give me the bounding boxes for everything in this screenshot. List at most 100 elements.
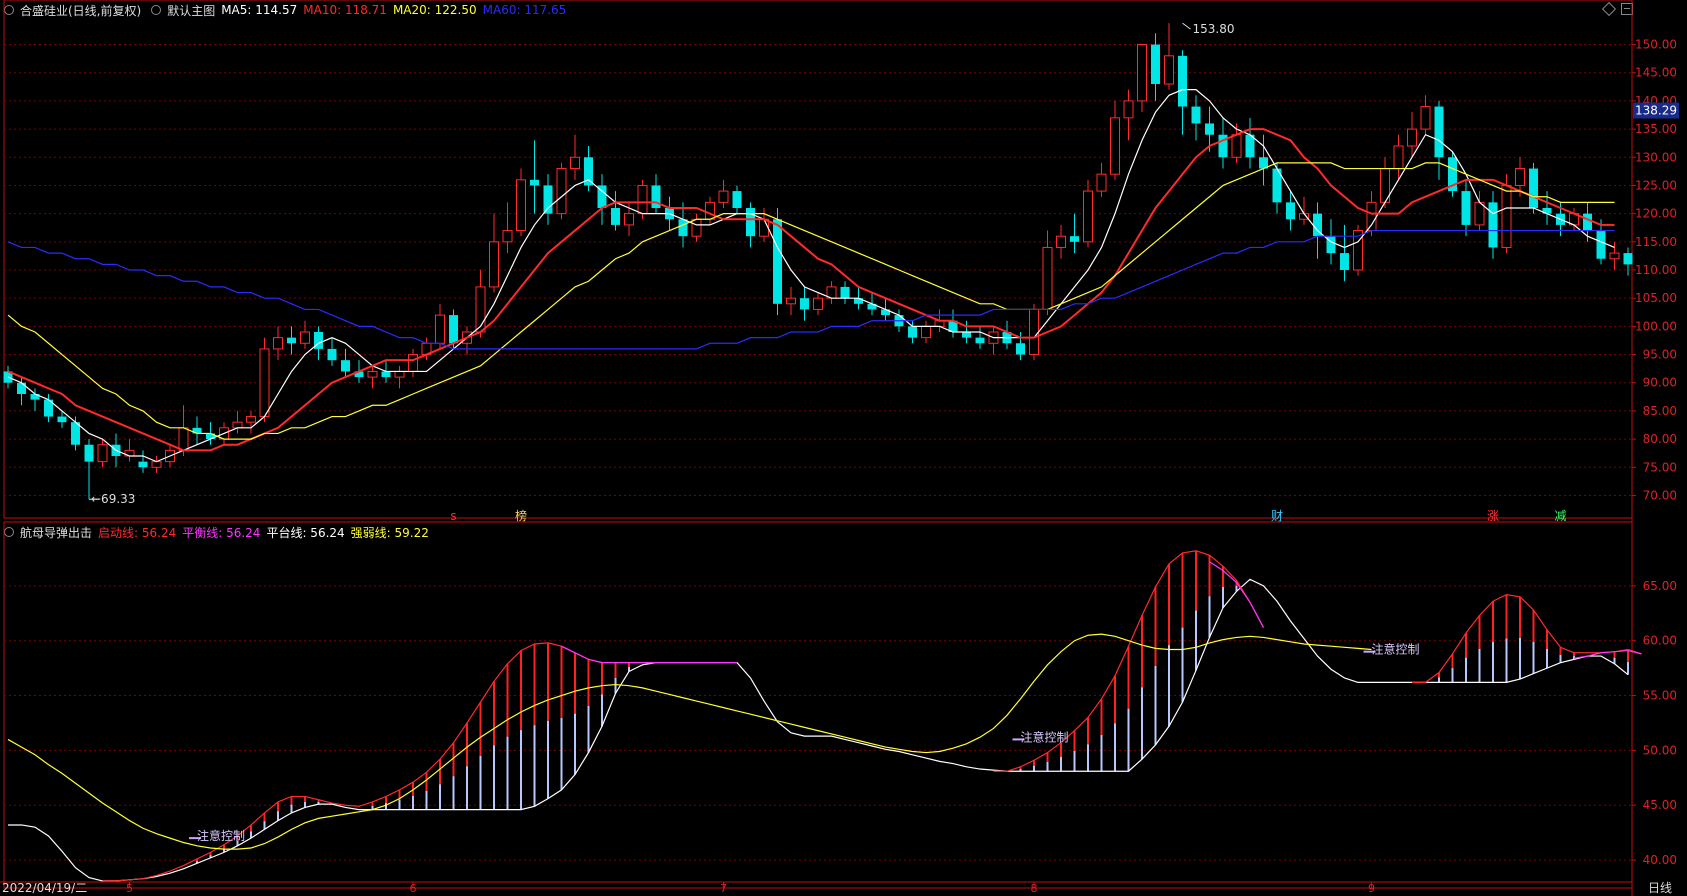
indicator-tick-label: 65.00 (1643, 579, 1677, 593)
candle-body (1016, 343, 1025, 355)
candle-body (1609, 252, 1620, 260)
ma-line-ma5 (7, 89, 1615, 463)
candle-body (543, 185, 553, 214)
candle-body (246, 416, 256, 423)
candle-body (530, 179, 539, 186)
indicator-tick-label: 60.00 (1643, 634, 1677, 648)
candle-body (786, 297, 796, 305)
candle-body (232, 421, 243, 429)
month-tick-label: 6 (410, 882, 417, 895)
candle-body (773, 219, 782, 304)
candle-body (1488, 202, 1498, 248)
candle-body (908, 326, 917, 338)
candle-body (1042, 246, 1053, 310)
candle-body (408, 354, 418, 372)
candle-body (341, 360, 350, 372)
candle-body (1434, 106, 1444, 158)
cursor-date: 2022/04/19/二 (2, 881, 88, 895)
month-tick-label: 8 (1031, 882, 1038, 895)
candle-body (381, 371, 391, 378)
price-tick-label: 105.00 (1635, 291, 1677, 305)
price-tick-label: 110.00 (1635, 263, 1677, 277)
candle-body (624, 213, 634, 226)
indicator-line (1412, 594, 1642, 683)
candle-body (1110, 117, 1120, 175)
candle-body (962, 332, 971, 338)
high-marker (1182, 22, 1191, 30)
candle-body (97, 444, 108, 463)
event-marker: 财 (1271, 509, 1283, 523)
candle-body (921, 325, 931, 339)
candle-body (84, 444, 94, 462)
candle-body (1515, 168, 1525, 186)
month-tick-label: 9 (1368, 882, 1375, 895)
event-marker: 涨 (1487, 508, 1499, 523)
indicator-line (1209, 561, 1265, 628)
candle-body (1205, 123, 1214, 135)
indicator-line (7, 633, 1372, 850)
indicator-tick-label: 40.00 (1643, 853, 1677, 867)
candle-body (1123, 100, 1134, 119)
candle-body (1286, 202, 1295, 220)
candle-body (57, 416, 67, 423)
candle-body (178, 427, 189, 451)
candle-body (732, 191, 742, 208)
candle-body (1096, 173, 1107, 192)
price-tick-label: 90.00 (1643, 376, 1677, 390)
candle-body (1340, 253, 1349, 270)
candle-body (300, 331, 310, 344)
candle-body (1393, 145, 1404, 170)
candle-body (394, 370, 405, 378)
candle-body (611, 208, 620, 225)
candle-body (327, 348, 337, 361)
candle-body (1191, 106, 1201, 124)
candle-body (489, 241, 499, 288)
candle-body (1529, 168, 1538, 208)
candle-body (1070, 236, 1079, 242)
event-marker: 榜 (515, 508, 527, 523)
period-label[interactable]: 日线 (1648, 879, 1672, 896)
candle-body (637, 184, 648, 215)
candle-body (367, 370, 378, 378)
candle-body (1366, 201, 1377, 232)
candle-body (259, 348, 270, 418)
candle-body (1083, 190, 1093, 243)
candle-body (287, 337, 296, 344)
low-price-label: ←69.33 (91, 492, 135, 506)
candle-body (678, 219, 688, 237)
candle-body (1501, 184, 1512, 248)
candle-body (449, 315, 458, 344)
price-tick-label: 135.00 (1635, 122, 1677, 136)
current-price-label: 138.29 (1635, 104, 1677, 118)
candle-body (1151, 44, 1160, 84)
candle-body (273, 337, 283, 350)
candle-body (840, 286, 850, 299)
candle-body (718, 190, 729, 203)
event-marker: 减 (1554, 509, 1566, 523)
month-tick-label: 5 (126, 882, 133, 895)
annotation-label: 注意控制 (1021, 729, 1069, 744)
candle-body (800, 298, 809, 310)
indicator-line (1573, 649, 1642, 659)
price-tick-label: 125.00 (1635, 178, 1677, 192)
candle-body (1596, 230, 1606, 259)
indicator-tick-label: 50.00 (1643, 743, 1677, 757)
price-tick-label: 115.00 (1635, 235, 1677, 249)
annotation-label: 注意控制 (1372, 642, 1420, 657)
candle-body (1583, 213, 1592, 231)
price-tick-label: 120.00 (1635, 207, 1677, 221)
candle-body (570, 156, 580, 170)
price-tick-label: 95.00 (1643, 348, 1677, 362)
candle-body (975, 337, 985, 344)
candle-body (151, 461, 162, 468)
stock-chart[interactable]: 70.00 75.00 80.00 85.00 90.00 95.00 100.00 105.… (0, 0, 1687, 896)
candle-body (1164, 55, 1174, 85)
price-tick-label: 150.00 (1635, 38, 1677, 52)
candle-body (1137, 44, 1147, 102)
candle-body (1029, 308, 1039, 356)
candle-body (691, 218, 702, 237)
candle-body (705, 201, 715, 220)
candle-body (138, 461, 148, 468)
candle-body (556, 168, 567, 215)
event-marker: s (450, 509, 456, 523)
